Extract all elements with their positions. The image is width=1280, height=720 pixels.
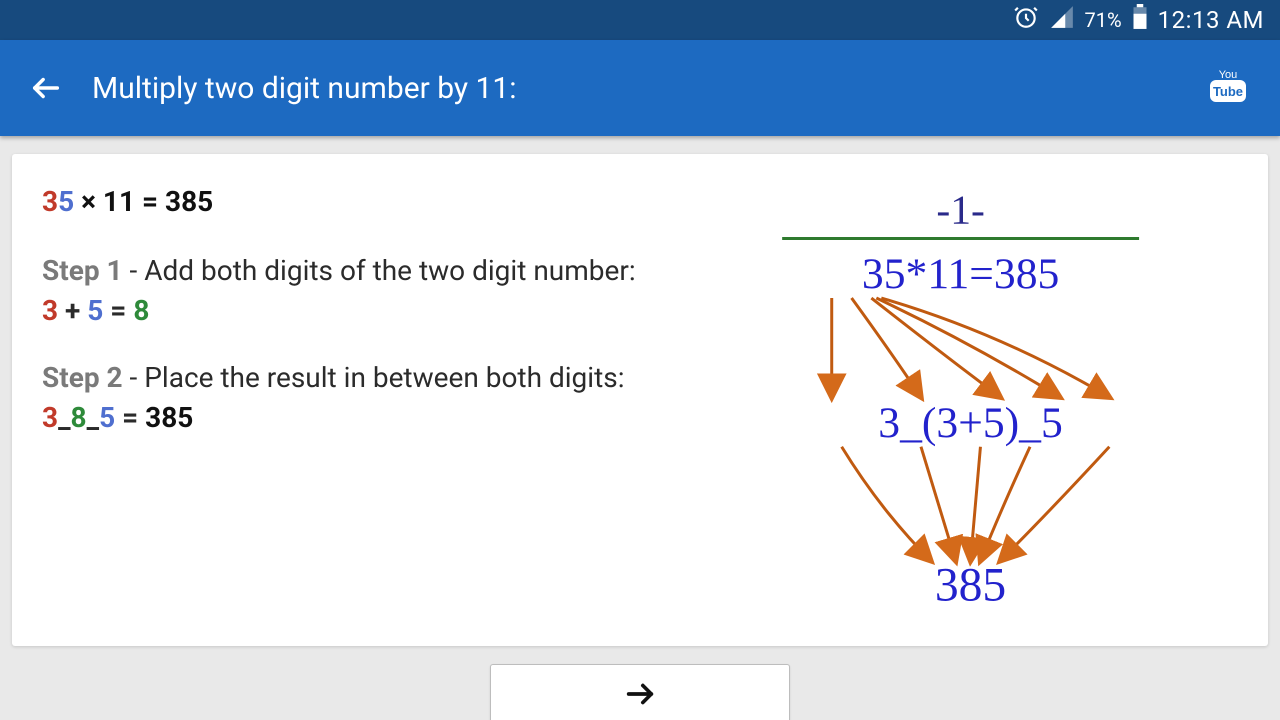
svg-text:You: You	[1219, 69, 1238, 81]
equation-result: 385	[165, 185, 213, 218]
step2-p2: 8	[71, 401, 87, 434]
step2-u1: _	[58, 401, 70, 434]
next-button[interactable]	[490, 664, 790, 720]
diagram-line3: 385	[935, 559, 1006, 611]
arrow-right-icon	[623, 677, 657, 711]
step2-p1: 3	[42, 401, 58, 434]
youtube-icon[interactable]: You Tube	[1204, 66, 1252, 110]
lesson-text: 35 × 11 = 385 Step 1 - Add both digits o…	[42, 182, 653, 622]
page-title: Multiply two digit number by 11:	[92, 71, 1204, 106]
step2-eq: =	[115, 401, 145, 434]
status-clock: 12:13 AM	[1158, 6, 1264, 34]
diagram-line2: 3_(3+5)_5	[878, 399, 1062, 447]
equation-line: 35 × 11 = 385	[42, 182, 653, 223]
diagram: -1- 35*11=385 3_(3+5)_5	[683, 182, 1238, 622]
step-2-text: - Place the result in between both digit…	[123, 361, 625, 394]
equation-op: × 11 =	[74, 185, 165, 218]
step1-a: 3	[42, 294, 58, 327]
step1-plus: +	[58, 294, 87, 327]
diagram-top: -1-	[936, 188, 985, 234]
diagram-line1: 35*11=385	[862, 250, 1059, 298]
alarm-icon	[1013, 4, 1039, 36]
app-bar: Multiply two digit number by 11: You Tub…	[0, 40, 1280, 136]
step-2-label: Step 2	[42, 361, 123, 394]
signal-icon	[1049, 4, 1075, 36]
back-button[interactable]	[28, 70, 64, 106]
digit-3: 3	[42, 185, 58, 218]
step-1-block: Step 1 - Add both digits of the two digi…	[42, 251, 653, 332]
battery-icon	[1132, 4, 1148, 36]
digit-5: 5	[58, 185, 74, 218]
step2-u2: _	[87, 401, 99, 434]
step1-eq: =	[103, 294, 133, 327]
battery-percentage: 71%	[1085, 8, 1122, 32]
svg-text:Tube: Tube	[1213, 84, 1243, 99]
step-2-block: Step 2 - Place the result in between bot…	[42, 358, 653, 439]
step1-b: 5	[87, 294, 103, 327]
step2-p3: 5	[99, 401, 115, 434]
step-1-text: - Add both digits of the two digit numbe…	[123, 254, 636, 287]
lesson-card: 35 × 11 = 385 Step 1 - Add both digits o…	[12, 154, 1268, 646]
step1-r: 8	[133, 294, 149, 327]
step2-result: 385	[145, 401, 193, 434]
android-status-bar: 71% 12:13 AM	[0, 0, 1280, 40]
content-area: 35 × 11 = 385 Step 1 - Add both digits o…	[0, 136, 1280, 720]
step-1-label: Step 1	[42, 254, 123, 287]
